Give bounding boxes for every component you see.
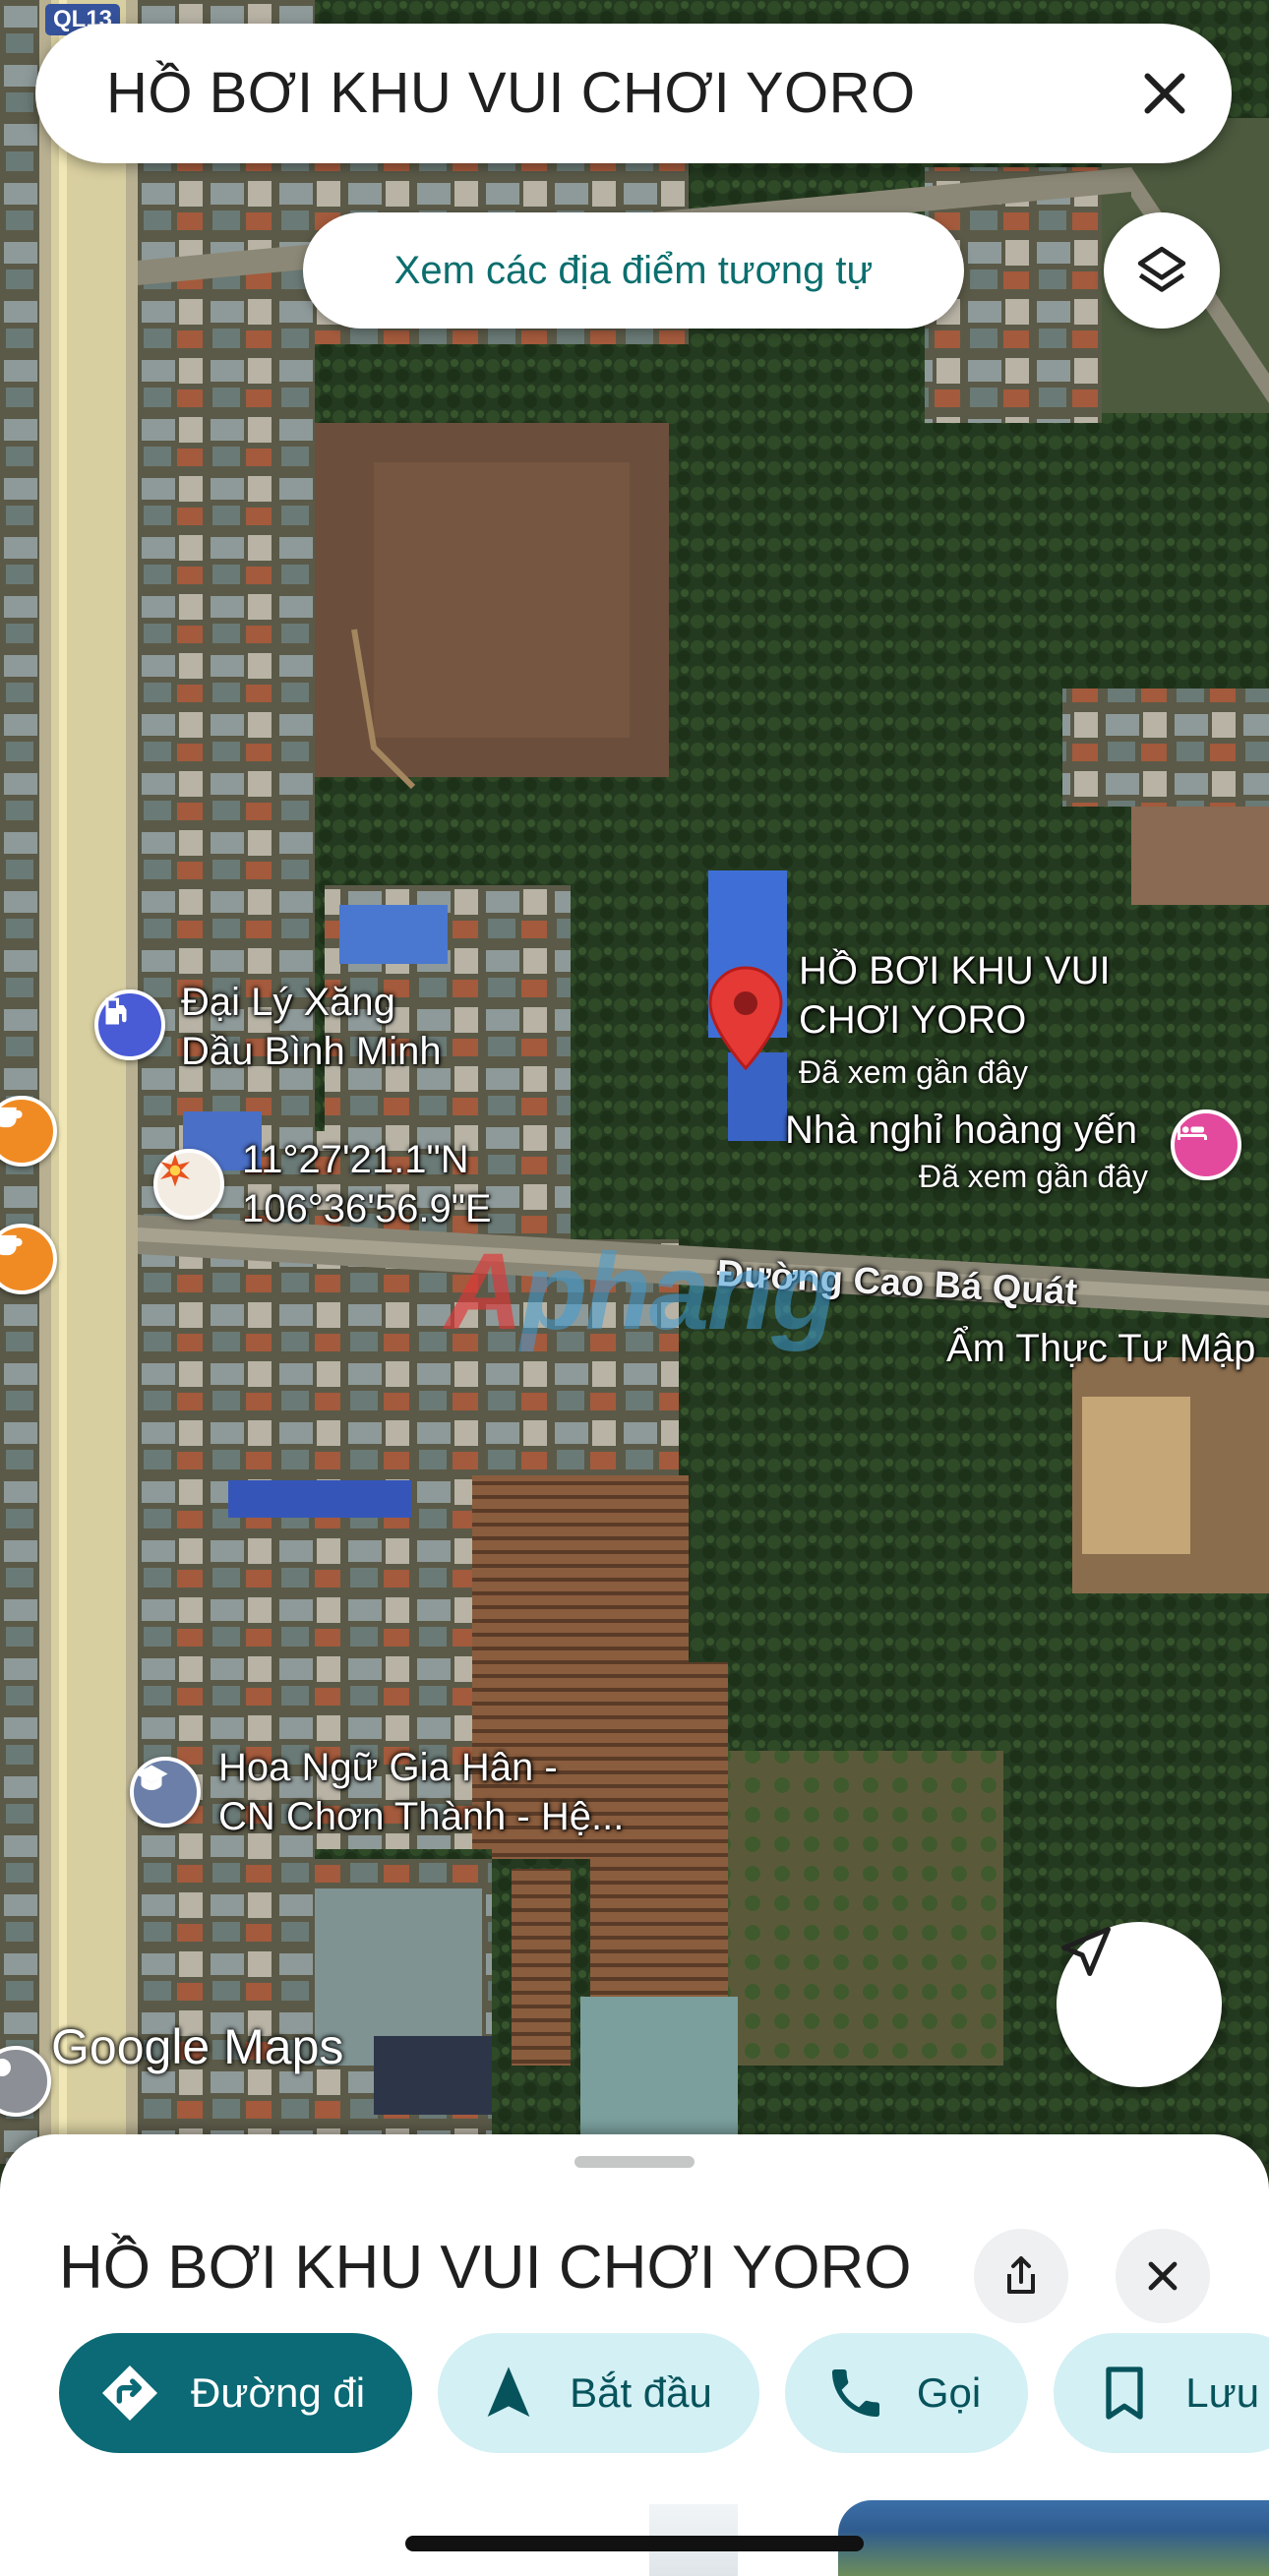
close-icon bbox=[1148, 2261, 1178, 2291]
selected-place-status: Đã xem gần đây bbox=[799, 1054, 1029, 1090]
share-icon bbox=[1007, 2256, 1035, 2294]
place-photo-thumbnail[interactable] bbox=[838, 2500, 1269, 2576]
longitude-text: 106°36'56.9"E bbox=[242, 1187, 492, 1230]
close-sheet-button[interactable] bbox=[1116, 2229, 1210, 2323]
directions-button[interactable]: Đường đi bbox=[59, 2333, 413, 2453]
place-title: HỒ BƠI KHU VUI CHƠI YORO bbox=[59, 2234, 912, 2302]
place-name-line: HỒ BƠI KHU VUI bbox=[799, 949, 1111, 992]
gas-station-icon bbox=[105, 997, 127, 1025]
watermark-logo: Aphang bbox=[445, 1231, 837, 1352]
close-icon[interactable] bbox=[1135, 64, 1194, 123]
share-button[interactable] bbox=[974, 2229, 1068, 2323]
directions-icon bbox=[102, 2366, 157, 2421]
cafe-icon bbox=[0, 1107, 23, 1128]
poi-name-line: Dầu Bình Minh bbox=[181, 1030, 442, 1073]
bookmark-icon bbox=[1106, 2366, 1143, 2420]
coordinate-label: 11°27'21.1"N 106°36'56.9"E bbox=[242, 1135, 492, 1233]
save-label: Lưu bbox=[1185, 2369, 1260, 2416]
google-maps-attribution: Google Maps bbox=[51, 2019, 344, 2074]
similar-places-button[interactable]: Xem các địa điểm tương tự bbox=[303, 212, 964, 329]
save-button[interactable]: Lưu bbox=[1054, 2333, 1269, 2453]
start-button[interactable]: Bắt đầu bbox=[438, 2333, 759, 2453]
selected-place-label[interactable]: HỒ BƠI KHU VUI CHƠI YORO bbox=[799, 946, 1111, 1045]
gas-station-pin[interactable] bbox=[94, 989, 165, 1060]
selected-place-pin-icon[interactable] bbox=[706, 964, 785, 1072]
school-label[interactable]: Hoa Ngữ Gia Hân - CN Chơn Thành - Hệ... bbox=[218, 1743, 624, 1841]
poi-name-line: CN Chơn Thành - Hệ... bbox=[218, 1795, 625, 1838]
coordinate-marker-icon bbox=[160, 1154, 190, 1187]
hotel-label[interactable]: Nhà nghỉ hoàng yến bbox=[785, 1106, 1137, 1155]
navigation-arrow-icon bbox=[1061, 1927, 1111, 1976]
cafe-icon bbox=[0, 1234, 23, 1256]
hotel-status: Đã xem gần đây bbox=[919, 1159, 1149, 1194]
hotel-bed-icon bbox=[1178, 1123, 1207, 1140]
start-label: Bắt đầu bbox=[570, 2369, 712, 2416]
place-name-line: CHƠI YORO bbox=[799, 998, 1027, 1042]
search-bar[interactable]: HỒ BƠI KHU VUI CHƠI YORO bbox=[35, 24, 1232, 163]
school-icon bbox=[135, 1765, 168, 1790]
poi-name-line: Đại Lý Xăng bbox=[181, 981, 395, 1024]
school-pin[interactable] bbox=[130, 1757, 201, 1827]
directions-label: Đường đi bbox=[191, 2369, 366, 2416]
hotel-pin[interactable] bbox=[1171, 1109, 1241, 1180]
call-label: Gọi bbox=[916, 2369, 982, 2416]
navigation-arrow-icon bbox=[487, 2366, 530, 2417]
phone-icon bbox=[831, 2369, 879, 2417]
drag-handle[interactable] bbox=[574, 2156, 695, 2168]
layers-icon bbox=[1137, 246, 1186, 292]
coordinate-marker[interactable] bbox=[153, 1149, 224, 1220]
action-chips: Đường đi Bắt đầu Gọi Lưu bbox=[59, 2333, 1269, 2453]
my-location-button[interactable] bbox=[1057, 1922, 1222, 2087]
poi-name-line: Hoa Ngữ Gia Hân - bbox=[218, 1746, 558, 1789]
latitude-text: 11°27'21.1"N bbox=[242, 1138, 469, 1181]
map-layers-button[interactable] bbox=[1104, 212, 1220, 329]
restaurant-label[interactable]: Ẩm Thực Tư Mập bbox=[946, 1324, 1255, 1373]
location-dot-icon bbox=[0, 2059, 11, 2076]
call-button[interactable]: Gọi bbox=[784, 2333, 1029, 2453]
poi-label[interactable]: Đại Lý Xăng Dầu Bình Minh bbox=[181, 978, 442, 1076]
home-indicator[interactable] bbox=[405, 2536, 864, 2551]
search-query[interactable]: HỒ BƠI KHU VUI CHƠI YORO bbox=[106, 24, 916, 163]
